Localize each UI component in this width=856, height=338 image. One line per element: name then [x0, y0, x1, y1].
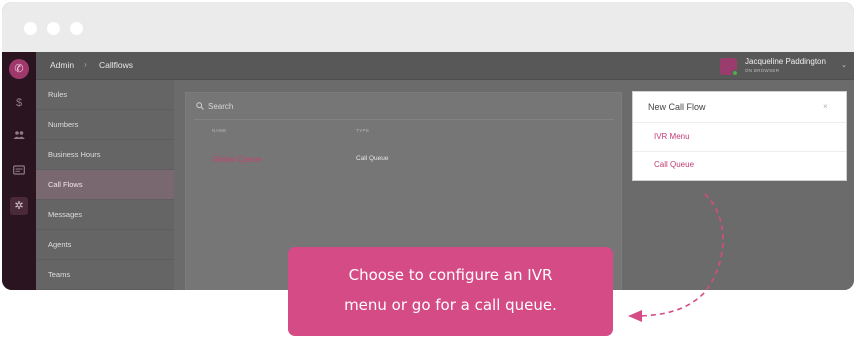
- window-maximize-control[interactable]: [70, 22, 83, 35]
- panel-title: New Call Flow: [648, 102, 706, 112]
- tutorial-callout: Choose to configure an IVR menu or go fo…: [288, 247, 613, 336]
- sidebar-item-agents[interactable]: Agents: [36, 230, 174, 260]
- window-titlebar: [2, 2, 854, 52]
- icon-rail: ✆ $ ✲: [2, 52, 36, 290]
- sidebar: Rules Numbers Business Hours Call Flows …: [36, 80, 174, 290]
- panel-divider: [633, 122, 846, 123]
- presence-badge: [732, 70, 738, 76]
- sidebar-item-rules[interactable]: Rules: [36, 80, 174, 110]
- breadcrumb-callflows[interactable]: Callflows: [99, 60, 133, 70]
- panel-divider: [633, 151, 846, 152]
- search-input[interactable]: [208, 99, 508, 113]
- close-icon[interactable]: ×: [823, 102, 828, 111]
- sidebar-item-teams[interactable]: Teams: [36, 260, 174, 290]
- sidebar-item-messages[interactable]: Messages: [36, 200, 174, 230]
- column-header-name[interactable]: NAME: [212, 128, 227, 133]
- people-icon[interactable]: [10, 128, 28, 146]
- column-header-type[interactable]: TYPE: [356, 128, 369, 133]
- callout-text: Choose to configure an IVR menu or go fo…: [288, 260, 613, 320]
- chevron-down-icon[interactable]: ⌄: [841, 61, 847, 69]
- window-minimize-control[interactable]: [47, 22, 60, 35]
- sidebar-item-call-flows[interactable]: Call Flows: [36, 170, 174, 200]
- user-name[interactable]: Jacqueline Paddington: [745, 57, 826, 66]
- card-icon[interactable]: [10, 163, 28, 181]
- callout-line: Choose to configure an IVR: [348, 266, 553, 284]
- table-row-name[interactable]: Global Queue: [212, 155, 261, 164]
- phone-icon[interactable]: ✆: [9, 59, 29, 79]
- search-icon: [196, 102, 204, 112]
- breadcrumb-separator: ›: [84, 60, 87, 69]
- new-call-flow-panel: New Call Flow × IVR Menu Call Queue: [632, 91, 847, 181]
- breadcrumb-admin[interactable]: Admin: [50, 60, 74, 70]
- gear-icon[interactable]: ✲: [10, 197, 28, 215]
- window-close-control[interactable]: [24, 22, 37, 35]
- top-bar: Admin › Callflows Jacqueline Paddington …: [36, 52, 854, 80]
- dollar-icon[interactable]: $: [10, 94, 28, 112]
- user-status: ON BROWSER: [745, 68, 780, 73]
- option-ivr-menu[interactable]: IVR Menu: [654, 132, 690, 141]
- search-underline: [194, 119, 614, 120]
- table-row-type: Call Queue: [356, 155, 389, 162]
- sidebar-item-business-hours[interactable]: Business Hours: [36, 140, 174, 170]
- sidebar-item-numbers[interactable]: Numbers: [36, 110, 174, 140]
- callout-line: menu or go for a call queue.: [344, 296, 557, 314]
- option-call-queue[interactable]: Call Queue: [654, 160, 694, 169]
